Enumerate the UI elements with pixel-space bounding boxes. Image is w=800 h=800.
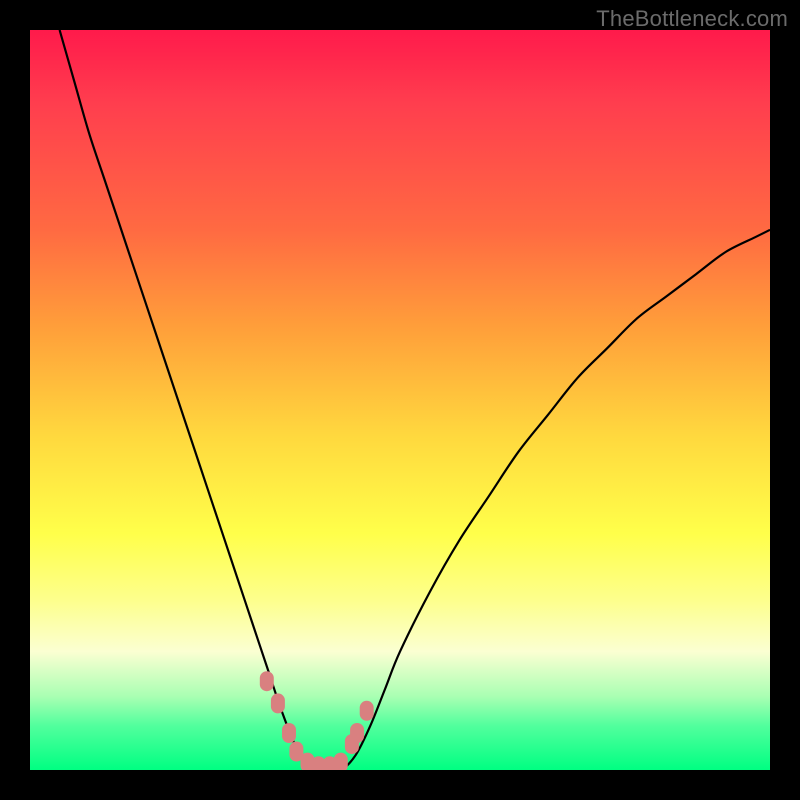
highlight-marker — [260, 671, 274, 691]
highlight-marker — [271, 693, 285, 713]
curve-svg — [30, 30, 770, 770]
highlight-marker — [350, 723, 364, 743]
highlight-marker — [360, 701, 374, 721]
chart-frame: TheBottleneck.com — [0, 0, 800, 800]
highlight-marker — [334, 753, 348, 770]
plot-area — [30, 30, 770, 770]
watermark-text: TheBottleneck.com — [596, 6, 788, 32]
bottleneck-curve-path — [60, 30, 770, 770]
highlight-marker — [282, 723, 296, 743]
